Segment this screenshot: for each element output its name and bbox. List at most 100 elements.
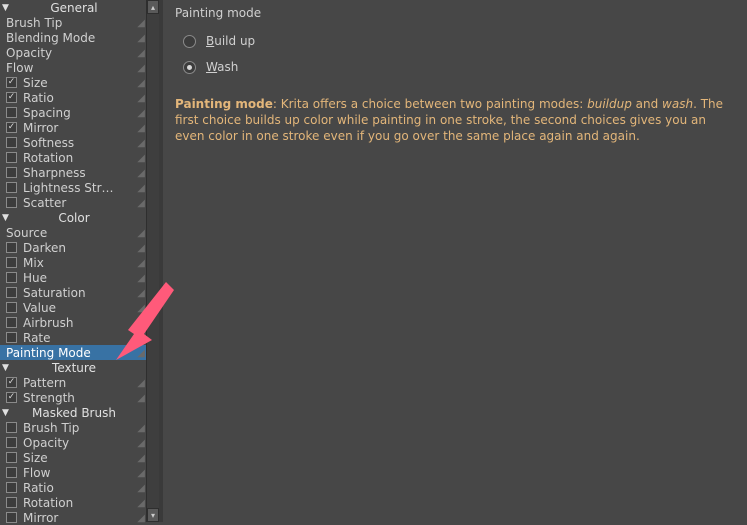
row-marker-icon: ◢ — [136, 465, 146, 480]
option-row[interactable]: Ratio◢ — [0, 90, 146, 105]
option-row[interactable]: Saturation◢ — [0, 285, 146, 300]
option-row[interactable]: Spacing◢ — [0, 105, 146, 120]
radio-option[interactable]: Wash — [175, 54, 735, 80]
option-checkbox[interactable] — [6, 137, 17, 148]
option-row[interactable]: Size◢ — [0, 450, 146, 465]
option-row[interactable]: Opacity◢ — [0, 45, 146, 60]
option-checkbox[interactable] — [6, 287, 17, 298]
option-row[interactable]: Sharpness◢ — [0, 165, 146, 180]
option-checkbox[interactable] — [6, 452, 17, 463]
option-checkbox[interactable] — [6, 197, 17, 208]
option-checkbox[interactable] — [6, 482, 17, 493]
option-row[interactable]: Flow◢ — [0, 60, 146, 75]
option-checkbox[interactable] — [6, 377, 17, 388]
option-checkbox[interactable] — [6, 497, 17, 508]
section-header[interactable]: ▼Masked Brush — [0, 405, 146, 420]
option-row[interactable]: Brush Tip◢ — [0, 420, 146, 435]
scroll-track[interactable] — [147, 14, 159, 508]
row-marker-icon: ◢ — [136, 255, 146, 270]
option-row[interactable]: Mirror◢ — [0, 510, 146, 525]
option-checkbox[interactable] — [6, 302, 17, 313]
radio-button[interactable] — [183, 35, 196, 48]
option-row[interactable]: Hue◢ — [0, 270, 146, 285]
option-checkbox[interactable] — [6, 272, 17, 283]
option-label: Opacity — [6, 46, 146, 60]
option-row[interactable]: Opacity◢ — [0, 435, 146, 450]
option-checkbox[interactable] — [6, 122, 17, 133]
option-checkbox[interactable] — [6, 182, 17, 193]
option-checkbox[interactable] — [6, 242, 17, 253]
option-checkbox[interactable] — [6, 467, 17, 478]
option-label: Source — [6, 226, 146, 240]
row-marker-icon: ◢ — [136, 420, 146, 435]
option-row[interactable]: Lightness Str…◢ — [0, 180, 146, 195]
option-label: Sharpness — [23, 166, 146, 180]
radio-label: Wash — [206, 60, 238, 74]
row-marker-icon: ◢ — [136, 315, 146, 330]
option-label: Airbrush — [23, 316, 146, 330]
option-row[interactable]: Painting Mode◢ — [0, 345, 146, 360]
section-title: General — [12, 1, 146, 15]
radio-button[interactable] — [183, 61, 196, 74]
row-marker-icon: ◢ — [136, 450, 146, 465]
section-title: Texture — [12, 361, 146, 375]
option-label: Brush Tip — [6, 16, 146, 30]
option-row[interactable]: Mix◢ — [0, 255, 146, 270]
section-header[interactable]: ▼Texture — [0, 360, 146, 375]
option-row[interactable]: Brush Tip◢ — [0, 15, 146, 30]
row-marker-icon: ◢ — [136, 90, 146, 105]
option-row[interactable]: Ratio◢ — [0, 480, 146, 495]
option-row[interactable]: Pattern◢ — [0, 375, 146, 390]
option-row[interactable]: Scatter◢ — [0, 195, 146, 210]
row-marker-icon: ◢ — [136, 495, 146, 510]
option-row[interactable]: Flow◢ — [0, 465, 146, 480]
option-row[interactable]: Value◢ — [0, 300, 146, 315]
row-marker-icon: ◢ — [136, 270, 146, 285]
option-checkbox[interactable] — [6, 437, 17, 448]
option-checkbox[interactable] — [6, 92, 17, 103]
scroll-up-icon[interactable]: ▴ — [147, 0, 159, 14]
option-checkbox[interactable] — [6, 332, 17, 343]
option-label: Strength — [23, 391, 146, 405]
option-row[interactable]: Softness◢ — [0, 135, 146, 150]
row-marker-icon: ◢ — [136, 330, 146, 345]
section-header[interactable]: ▼Color — [0, 210, 146, 225]
radio-option[interactable]: Build up — [175, 28, 735, 54]
option-row[interactable]: Rotation◢ — [0, 150, 146, 165]
row-marker-icon: ◢ — [136, 30, 146, 45]
option-checkbox[interactable] — [6, 107, 17, 118]
option-checkbox[interactable] — [6, 392, 17, 403]
option-row[interactable]: Airbrush◢ — [0, 315, 146, 330]
option-label: Painting Mode — [6, 346, 146, 360]
option-checkbox[interactable] — [6, 512, 17, 523]
option-row[interactable]: Source◢ — [0, 225, 146, 240]
option-label: Brush Tip — [23, 421, 146, 435]
row-marker-icon: ◢ — [136, 75, 146, 90]
options-sidebar: ▼GeneralBrush Tip◢Blending Mode◢Opacity◢… — [0, 0, 163, 522]
option-checkbox[interactable] — [6, 257, 17, 268]
option-row[interactable]: Mirror◢ — [0, 120, 146, 135]
sidebar-scrollbar[interactable]: ▴ ▾ — [146, 0, 159, 522]
option-label: Scatter — [23, 196, 146, 210]
option-row[interactable]: Darken◢ — [0, 240, 146, 255]
option-label: Blending Mode — [6, 31, 146, 45]
option-row[interactable]: Rotation◢ — [0, 495, 146, 510]
option-checkbox[interactable] — [6, 77, 17, 88]
option-row[interactable]: Size◢ — [0, 75, 146, 90]
options-list[interactable]: ▼GeneralBrush Tip◢Blending Mode◢Opacity◢… — [0, 0, 146, 525]
collapse-icon: ▼ — [2, 3, 12, 13]
option-row[interactable]: Rate◢ — [0, 330, 146, 345]
row-marker-icon: ◢ — [136, 135, 146, 150]
option-checkbox[interactable] — [6, 152, 17, 163]
option-checkbox[interactable] — [6, 422, 17, 433]
content-pane: Painting mode Build upWash Painting mode… — [163, 0, 747, 522]
row-marker-icon: ◢ — [136, 120, 146, 135]
collapse-icon: ▼ — [2, 213, 12, 223]
option-row[interactable]: Blending Mode◢ — [0, 30, 146, 45]
option-checkbox[interactable] — [6, 167, 17, 178]
option-label: Rate — [23, 331, 146, 345]
option-checkbox[interactable] — [6, 317, 17, 328]
scroll-down-icon[interactable]: ▾ — [147, 508, 159, 522]
section-header[interactable]: ▼General — [0, 0, 146, 15]
option-row[interactable]: Strength◢ — [0, 390, 146, 405]
